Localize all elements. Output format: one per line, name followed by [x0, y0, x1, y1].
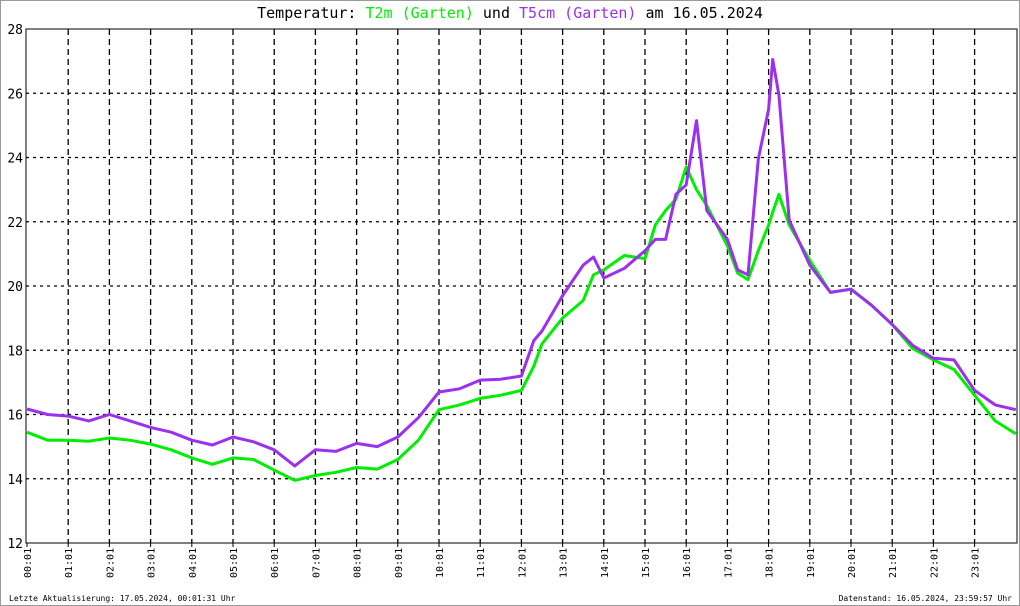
x-tick-label: 17:01 — [723, 548, 734, 578]
y-tick-label: 20 — [7, 280, 23, 295]
x-tick-label: 10:01 — [435, 548, 446, 578]
x-tick-label: 18:01 — [765, 548, 776, 578]
y-tick-label: 14 — [7, 473, 23, 488]
y-tick-label: 12 — [7, 537, 23, 552]
x-tick-label: 13:01 — [559, 548, 570, 578]
x-tick-label: 02:01 — [105, 548, 116, 578]
temperature-chart: 12 14 16 18 20 22 24 26 28 00:01 01:01 02:01 03:01 04… — [7, 23, 1018, 578]
x-tick-label: 20:01 — [847, 548, 858, 578]
x-tick-label: 05:01 — [229, 548, 240, 578]
x-tick-label: 23:01 — [971, 548, 982, 578]
y-tick-label: 18 — [7, 344, 23, 359]
x-tick-label: 14:01 — [600, 548, 611, 578]
x-tick-label: 08:01 — [353, 548, 364, 578]
last-update-text: Letzte Aktualisierung: 17.05.2024, 00:01… — [9, 594, 236, 603]
data-status-text: Datenstand: 16.05.2024, 23:59:57 Uhr — [838, 594, 1012, 603]
x-tick-label: 06:01 — [270, 548, 281, 578]
x-tick-label: 21:01 — [888, 548, 899, 578]
x-tick-label: 11:01 — [476, 548, 487, 578]
y-tick-label: 22 — [7, 216, 23, 231]
x-tick-label: 07:01 — [311, 548, 322, 578]
y-tick-label: 24 — [7, 152, 23, 167]
x-tick-label: 09:01 — [394, 548, 405, 578]
x-tick-label: 00:01 — [23, 548, 34, 578]
y-tick-label: 28 — [7, 23, 23, 38]
x-tick-label: 16:01 — [682, 548, 693, 578]
x-tick-label: 01:01 — [64, 548, 75, 578]
y-tick-label: 16 — [7, 409, 23, 424]
x-tick-label: 04:01 — [188, 548, 199, 578]
x-tick-label: 15:01 — [641, 548, 652, 578]
x-tick-label: 03:01 — [147, 548, 158, 578]
x-tick-label: 22:01 — [929, 548, 940, 578]
x-tick-label: 12:01 — [517, 548, 528, 578]
y-tick-label: 26 — [7, 87, 23, 102]
x-tick-label: 19:01 — [806, 548, 817, 578]
